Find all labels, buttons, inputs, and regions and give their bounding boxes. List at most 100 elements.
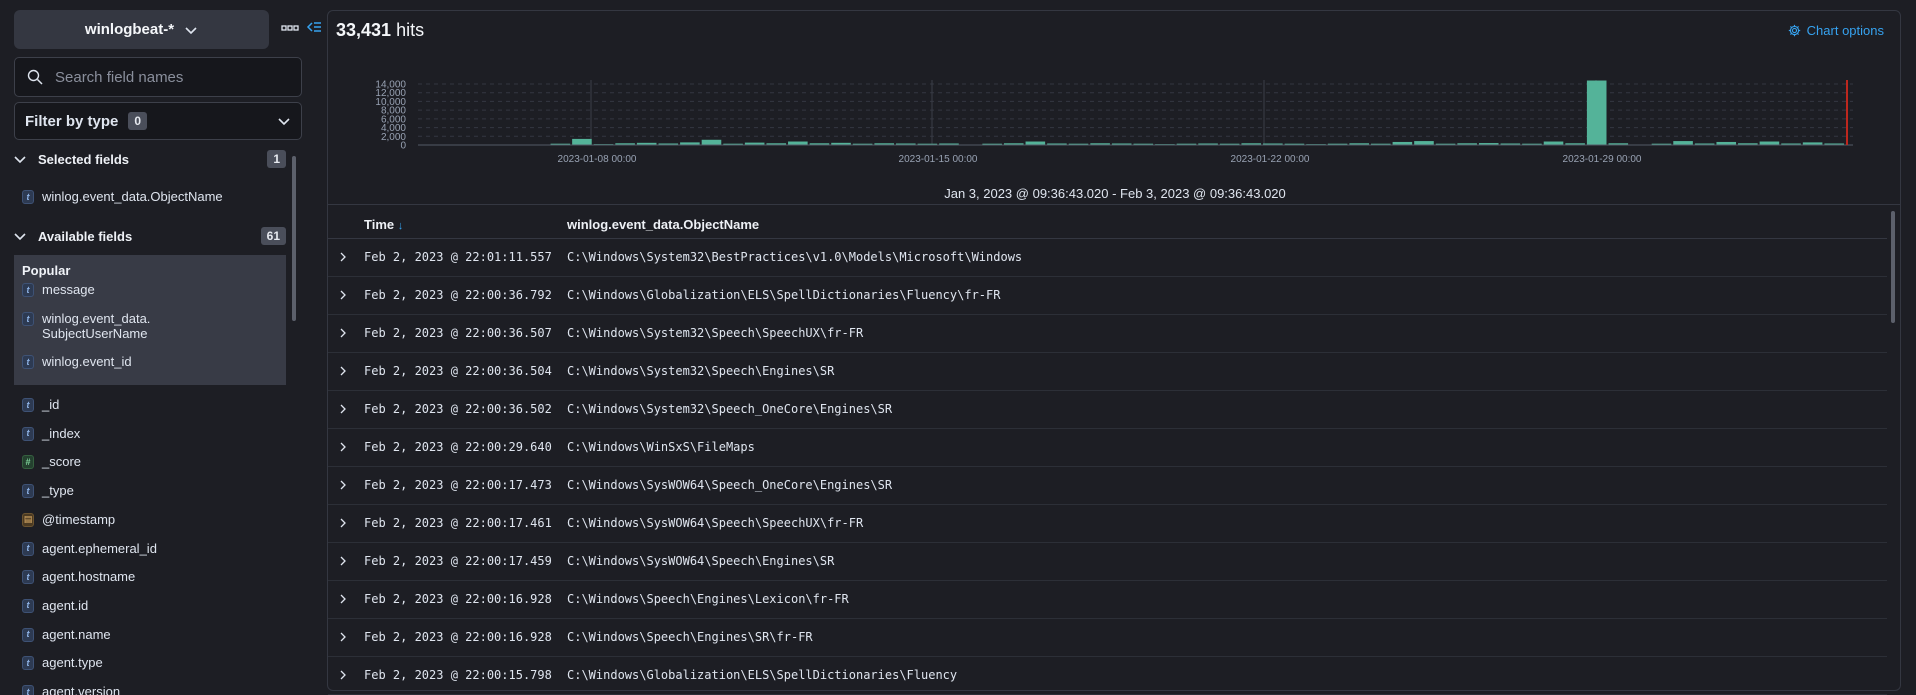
chevron-right-icon[interactable] bbox=[338, 518, 348, 528]
field-name: message bbox=[42, 282, 95, 297]
field-name: _index bbox=[42, 425, 81, 441]
string-type-icon: t bbox=[22, 283, 34, 297]
row-timestamp: Feb 2, 2023 @ 22:00:17.459 bbox=[364, 554, 552, 568]
chevron-right-icon[interactable] bbox=[338, 404, 348, 414]
field-list-item[interactable]: # _score bbox=[22, 454, 82, 470]
chart-divider bbox=[328, 204, 1900, 205]
field-list-item[interactable]: t agent.version bbox=[22, 684, 120, 695]
histogram-bar[interactable] bbox=[1025, 141, 1046, 145]
selected-field-item[interactable]: t winlog.event_data.ObjectName bbox=[22, 189, 223, 204]
table-row[interactable]: Feb 2, 2023 @ 22:00:17.473 C:\Windows\Sys… bbox=[328, 467, 1887, 505]
table-row[interactable]: Feb 2, 2023 @ 22:00:16.928 C:\Windows\Spe… bbox=[328, 581, 1887, 619]
histogram-bar[interactable] bbox=[572, 138, 592, 145]
table-row[interactable]: Feb 2, 2023 @ 22:00:36.507 C:\Windows\Sys… bbox=[328, 315, 1887, 353]
histogram-bar[interactable] bbox=[788, 141, 808, 145]
field-name: _score bbox=[42, 454, 82, 470]
histogram-bar[interactable] bbox=[1543, 141, 1564, 145]
chevron-right-icon[interactable] bbox=[338, 366, 348, 376]
field-list-item[interactable]: t _index bbox=[22, 426, 80, 441]
x-tick-label: 2023-01-29 00:00 bbox=[1563, 154, 1642, 165]
field-list-item[interactable]: t agent.ephemeral_id bbox=[22, 541, 157, 556]
row-timestamp: Feb 2, 2023 @ 22:00:36.502 bbox=[364, 402, 552, 416]
field-list-item[interactable]: t _type bbox=[22, 483, 74, 499]
row-object-name: C:\Windows\System32\Speech_OneCore\Engin… bbox=[567, 402, 893, 416]
string-type-icon: t bbox=[22, 484, 34, 499]
chevron-right-icon[interactable] bbox=[338, 632, 348, 642]
field-name: _id bbox=[42, 397, 60, 412]
field-name: agent.ephemeral_id bbox=[42, 540, 157, 556]
table-row[interactable]: Feb 2, 2023 @ 22:00:29.640 C:\Windows\Win… bbox=[328, 429, 1887, 467]
row-object-name: C:\Windows\Globalization\ELS\SpellDictio… bbox=[567, 668, 958, 682]
row-timestamp: Feb 2, 2023 @ 22:00:17.473 bbox=[364, 478, 552, 492]
field-list-item[interactable]: t agent.name bbox=[22, 627, 111, 642]
number-type-icon: # bbox=[22, 455, 34, 470]
row-object-name: C:\Windows\WinSxS\FileMaps bbox=[567, 440, 755, 454]
table-row[interactable]: Feb 2, 2023 @ 22:01:11.557 C:\Windows\Sys… bbox=[328, 239, 1887, 277]
table-row[interactable]: Feb 2, 2023 @ 22:00:36.792 C:\Windows\Glo… bbox=[328, 277, 1887, 315]
histogram-bar[interactable] bbox=[701, 139, 722, 145]
string-type-icon: t bbox=[22, 541, 34, 556]
string-type-icon: t bbox=[22, 355, 34, 369]
row-timestamp: Feb 2, 2023 @ 22:00:36.504 bbox=[364, 364, 552, 378]
field-name: agent.hostname bbox=[42, 569, 136, 585]
histogram-bar[interactable] bbox=[1673, 141, 1693, 145]
string-type-icon: t bbox=[22, 627, 34, 642]
collapse-sidebar-icon[interactable] bbox=[306, 19, 322, 35]
table-row[interactable]: Feb 2, 2023 @ 22:00:17.461 C:\Windows\Sys… bbox=[328, 505, 1887, 543]
row-timestamp: Feb 2, 2023 @ 22:00:16.928 bbox=[364, 592, 552, 606]
chevron-right-icon[interactable] bbox=[338, 328, 348, 338]
table-scrollbar[interactable] bbox=[1891, 211, 1895, 323]
filter-by-type[interactable]: Filter by type 0 bbox=[14, 102, 302, 140]
gear-icon bbox=[1788, 24, 1800, 37]
chevron-right-icon[interactable] bbox=[338, 252, 348, 262]
sort-down-icon[interactable]: ↓ bbox=[398, 220, 404, 232]
histogram-bar[interactable] bbox=[1586, 80, 1607, 145]
histogram-bar[interactable] bbox=[1414, 141, 1434, 145]
search-field-names-input[interactable] bbox=[55, 68, 285, 86]
row-object-name: C:\Windows\SysWOW64\Speech\SpeechUX\fr-F… bbox=[567, 516, 864, 530]
histogram-chart: 14,00012,00010,0008,0006,0004,0002,00002… bbox=[375, 80, 1853, 201]
popular-field-item[interactable]: t message bbox=[22, 282, 95, 297]
row-timestamp: Feb 2, 2023 @ 22:00:17.461 bbox=[364, 516, 552, 530]
popular-field-item[interactable]: t winlog.event_data. SubjectUserName bbox=[22, 311, 150, 341]
chart-options-button[interactable]: Chart options bbox=[1788, 23, 1884, 38]
field-list-item[interactable]: t agent.type bbox=[22, 655, 103, 671]
filter-count-badge: 0 bbox=[128, 112, 148, 130]
chevron-down-icon bbox=[14, 233, 26, 241]
chevron-right-icon[interactable] bbox=[338, 442, 348, 452]
field-name: winlog.event_data.ObjectName bbox=[42, 189, 223, 204]
chevron-right-icon[interactable] bbox=[338, 670, 348, 680]
object-name-column-header[interactable]: winlog.event_data.ObjectName bbox=[567, 217, 759, 232]
histogram-bar[interactable] bbox=[1759, 141, 1780, 145]
y-tick-label: 0 bbox=[400, 141, 406, 152]
field-list-item[interactable]: t agent.id bbox=[22, 598, 88, 613]
field-name: @timestamp bbox=[42, 511, 116, 527]
sidebar-scrollbar[interactable] bbox=[292, 156, 296, 321]
field-list-item[interactable]: ▤ @timestamp bbox=[22, 512, 115, 527]
chevron-right-icon[interactable] bbox=[338, 480, 348, 490]
field-list-item[interactable]: t _id bbox=[22, 397, 59, 412]
table-row[interactable]: Feb 2, 2023 @ 22:00:15.798 C:\Windows\Glo… bbox=[328, 657, 1887, 695]
field-search bbox=[14, 57, 302, 97]
row-timestamp: Feb 2, 2023 @ 22:01:11.557 bbox=[364, 250, 552, 264]
table-row[interactable]: Feb 2, 2023 @ 22:00:17.459 C:\Windows\Sys… bbox=[328, 543, 1887, 581]
time-column-header[interactable]: Time ↓ bbox=[364, 217, 403, 232]
row-timestamp: Feb 2, 2023 @ 22:00:15.798 bbox=[364, 668, 552, 682]
selected-fields-title: Selected fields bbox=[38, 151, 130, 167]
field-list-item[interactable]: t agent.hostname bbox=[22, 569, 136, 585]
chevron-right-icon[interactable] bbox=[338, 556, 348, 566]
table-row[interactable]: Feb 2, 2023 @ 22:00:36.504 C:\Windows\Sys… bbox=[328, 353, 1887, 391]
table-row[interactable]: Feb 2, 2023 @ 22:00:36.502 C:\Windows\Sys… bbox=[328, 391, 1887, 429]
index-pattern-selector[interactable]: winlogbeat-* bbox=[14, 10, 269, 49]
selected-fields-header[interactable]: Selected fields 1 bbox=[14, 149, 286, 169]
field-name: agent.version bbox=[42, 684, 121, 695]
chevron-right-icon[interactable] bbox=[338, 594, 348, 604]
document-table-body: Feb 2, 2023 @ 22:01:11.557 C:\Windows\Sys… bbox=[328, 239, 1887, 695]
chevron-right-icon[interactable] bbox=[338, 290, 348, 300]
string-type-icon: t bbox=[22, 570, 34, 585]
popular-field-item[interactable]: t winlog.event_id bbox=[22, 354, 132, 369]
table-row[interactable]: Feb 2, 2023 @ 22:00:16.928 C:\Windows\Spe… bbox=[328, 619, 1887, 657]
field-name: _type bbox=[42, 483, 74, 499]
more-options-icon[interactable] bbox=[281, 22, 299, 34]
available-fields-header[interactable]: Available fields 61 bbox=[14, 226, 286, 246]
